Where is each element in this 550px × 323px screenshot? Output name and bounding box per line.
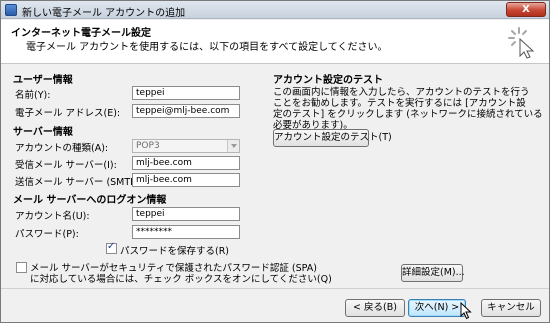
remember-password-checkbox[interactable] — [106, 241, 117, 254]
test-description-line3: 定のテスト] をクリックします (ネットワークに接続されている — [273, 109, 543, 120]
account-name-field[interactable]: teppei — [132, 207, 240, 221]
page-title: インターネット電子メール設定 — [11, 28, 151, 39]
app-icon — [5, 4, 17, 16]
email-field[interactable]: teppei@mlj-bee.com — [132, 104, 240, 118]
header-panel: インターネット電子メール設定 電子メール アカウントを使用するには、以下の項目を… — [1, 20, 549, 64]
chevron-down-icon — [227, 140, 239, 152]
more-settings-button[interactable]: 詳細設定(M)... — [401, 264, 465, 282]
account-type-select: POP3 — [132, 139, 240, 153]
wizard-cursor-icon — [508, 27, 535, 59]
name-field[interactable]: teppei — [132, 86, 240, 100]
account-type-value: POP3 — [136, 141, 160, 151]
test-heading: アカウント設定のテスト — [273, 75, 383, 86]
incoming-server-label: 受信メール サーバー(I): — [15, 160, 117, 171]
next-button[interactable]: 次へ(N) > — [408, 299, 466, 317]
logon-info-heading: メール サーバーへのログオン情報 — [13, 195, 167, 206]
title-bar: 新しい電子メール アカウントの追加 X — [1, 1, 549, 19]
window-title: 新しい電子メール アカウントの追加 — [22, 8, 186, 19]
test-description-line2: ことをお勧めします。テストを実行するには [アカウント設 — [273, 98, 526, 109]
name-label: 名前(Y): — [15, 90, 51, 101]
test-description-line1: この画面内に情報を入力したら、アカウントのテストを行う — [273, 87, 530, 98]
close-button[interactable]: X — [506, 2, 546, 17]
footer-divider — [1, 288, 549, 289]
email-label: 電子メール アドレス(E): — [15, 108, 121, 119]
add-account-dialog: 新しい電子メール アカウントの追加 X インターネット電子メール設定 電子メール… — [0, 0, 550, 323]
spa-checkbox[interactable] — [16, 262, 27, 273]
server-info-heading: サーバー情報 — [13, 127, 73, 138]
password-field[interactable]: ******** — [132, 225, 240, 239]
test-account-button[interactable]: アカウント設定のテスト(T) — [273, 129, 392, 147]
incoming-server-field[interactable]: mlj-bee.com — [132, 156, 240, 170]
user-info-heading: ユーザー情報 — [13, 75, 73, 86]
mouse-pointer-icon — [460, 302, 472, 320]
page-subtitle: 電子メール アカウントを使用するには、以下の項目をすべて設定してください。 — [26, 42, 388, 53]
spa-label-line2[interactable]: に対応している場合には、チェック ボックスをオンにしてください(Q) — [30, 271, 332, 285]
remember-password-label[interactable]: パスワードを保存する(R) — [120, 243, 229, 257]
cancel-button[interactable]: キャンセル — [481, 299, 541, 317]
outgoing-server-field[interactable]: mlj-bee.com — [132, 173, 240, 187]
account-type-label: アカウントの種類(A): — [15, 143, 109, 154]
back-button[interactable]: < 戻る(B) — [345, 299, 405, 317]
password-label: パスワード(P): — [15, 229, 79, 240]
account-name-label: アカウント名(U): — [15, 211, 90, 222]
